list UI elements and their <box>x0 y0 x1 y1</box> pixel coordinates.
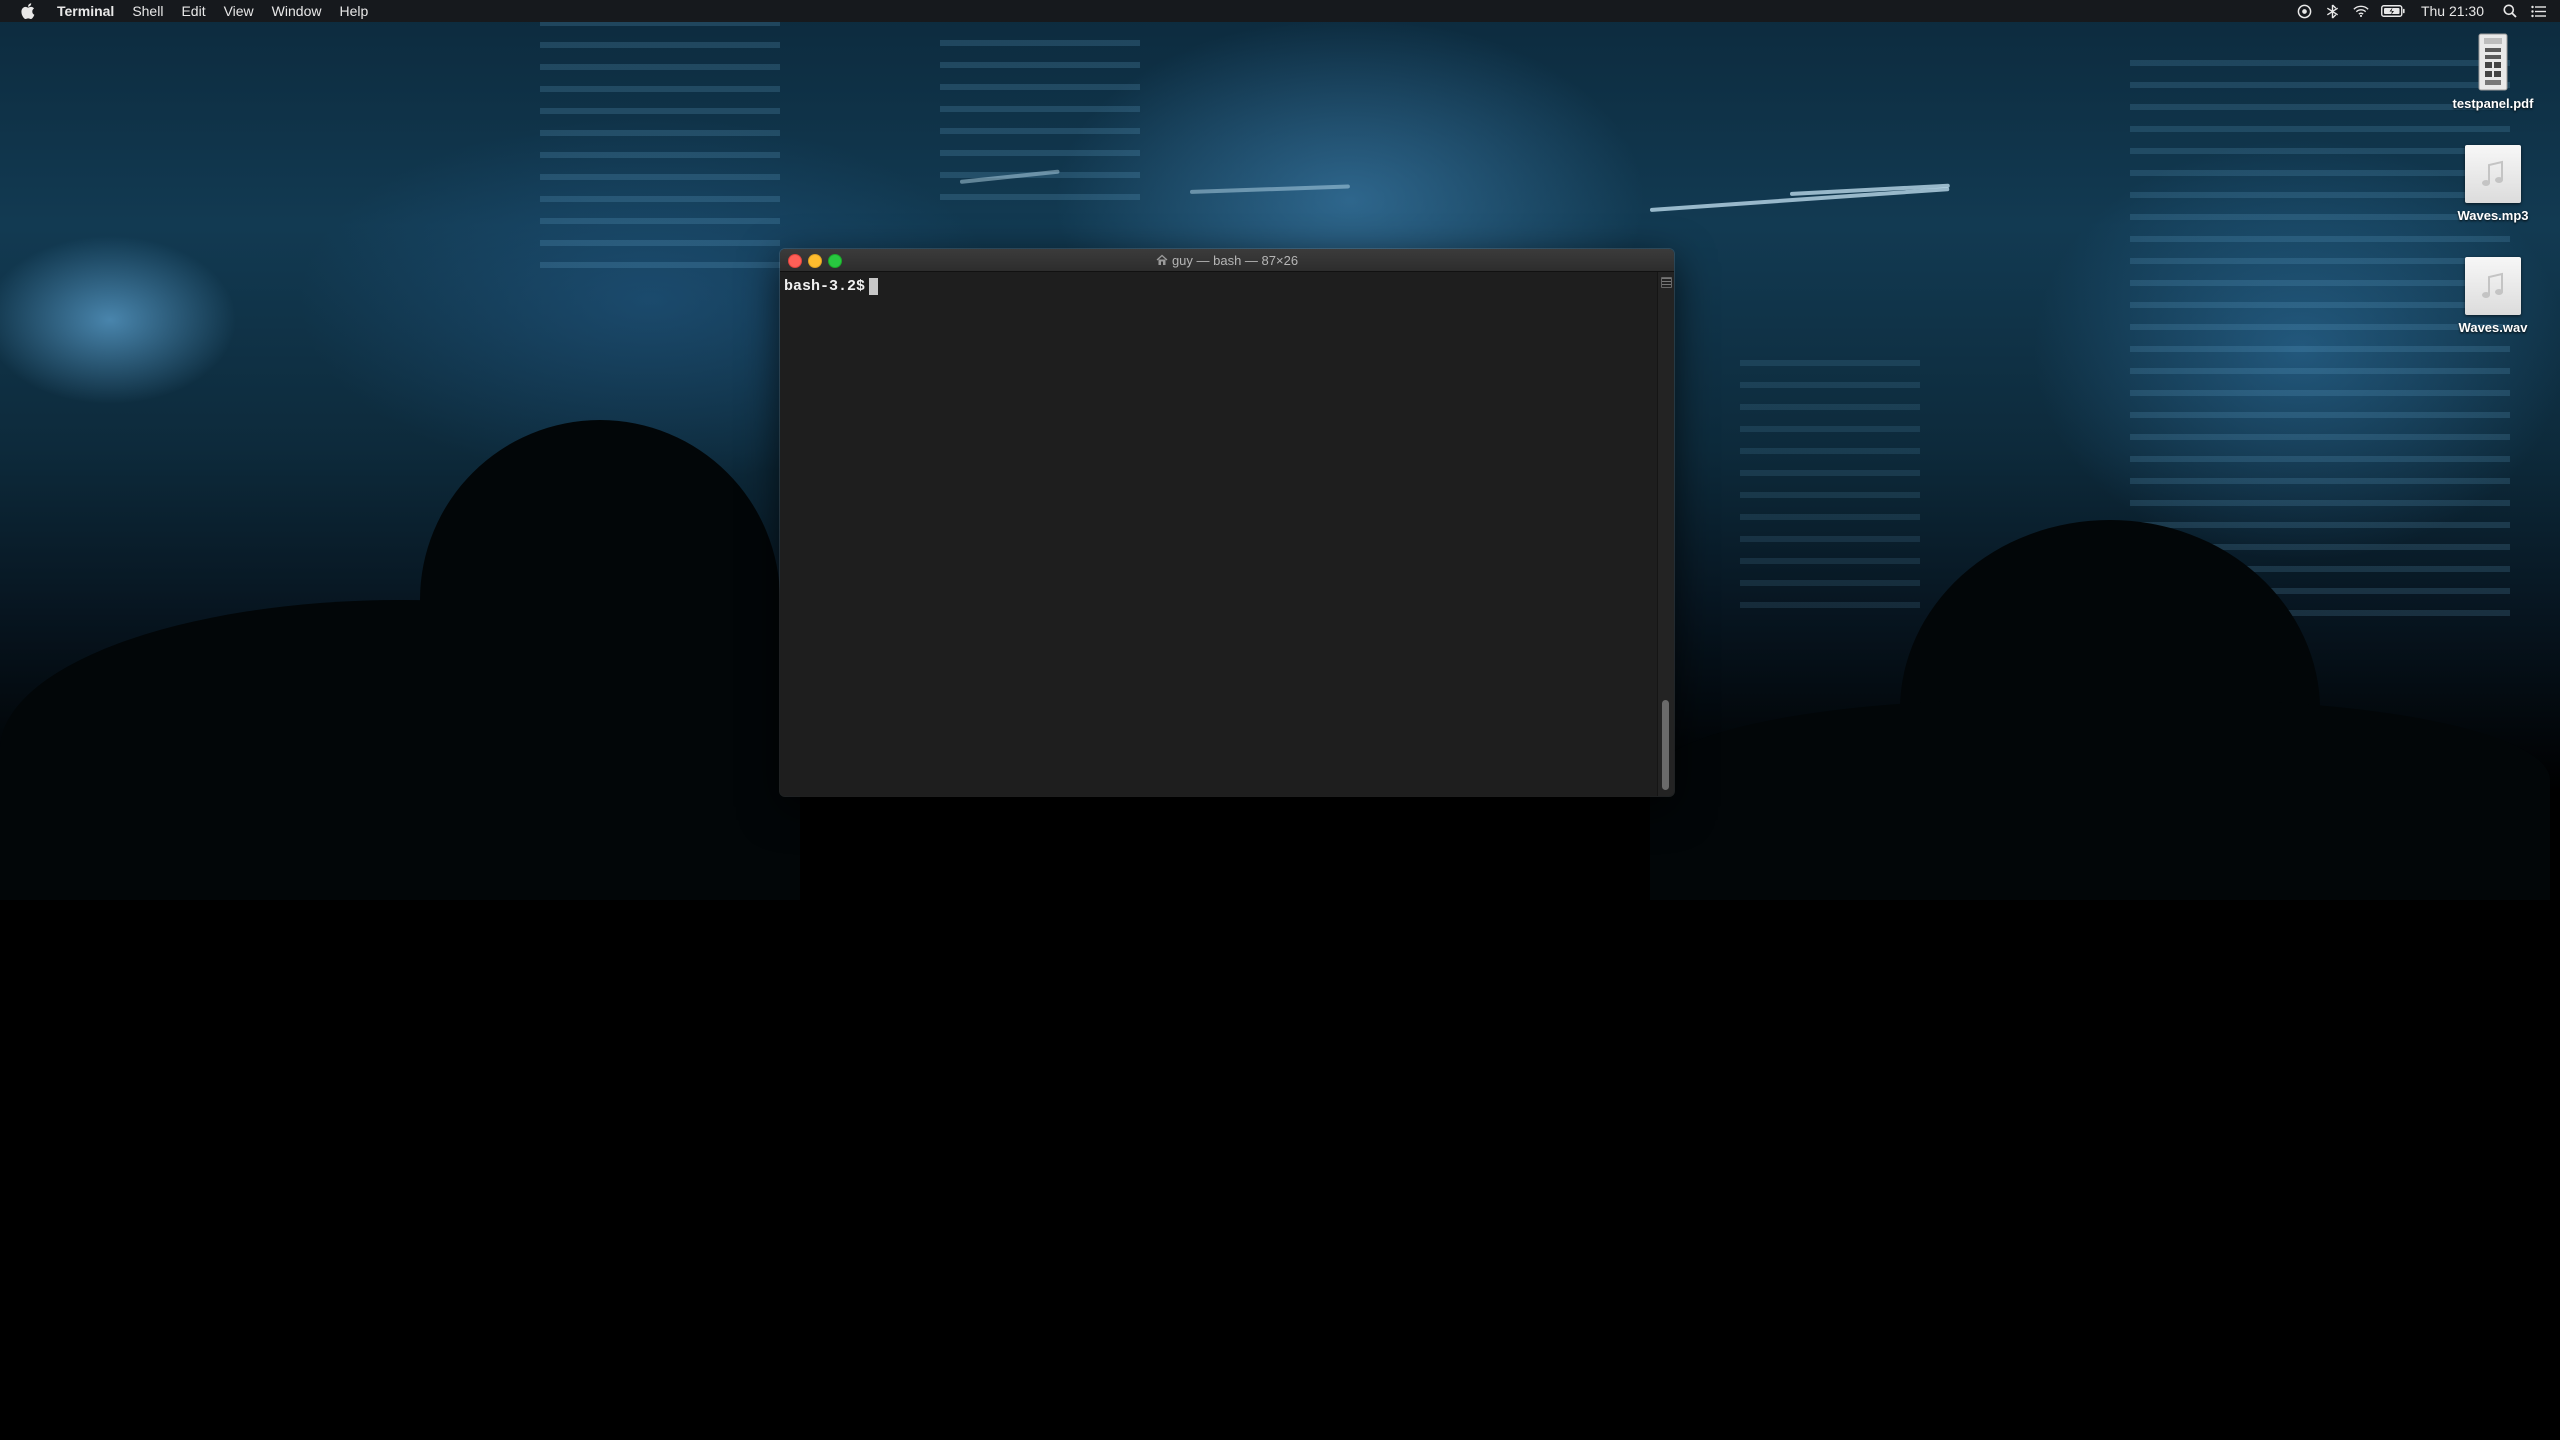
desktop-file-testpanel[interactable]: testpanel.pdf <box>2438 32 2548 111</box>
menu-window[interactable]: Window <box>263 0 331 22</box>
audio-file-thumbnail <box>2464 144 2522 204</box>
menu-shell[interactable]: Shell <box>123 0 172 22</box>
terminal-cursor <box>869 278 879 295</box>
menu-edit[interactable]: Edit <box>172 0 214 22</box>
scrollbar-thumb[interactable] <box>1662 700 1669 790</box>
terminal-window[interactable]: guy — bash — 87×26 bash-3.2$ <box>780 249 1674 796</box>
battery-icon[interactable] <box>2380 3 2405 19</box>
spotlight-search-icon[interactable] <box>2502 3 2518 19</box>
terminal-prompt: bash-3.2$ <box>784 278 866 295</box>
bluetooth-icon[interactable] <box>2325 3 2341 19</box>
window-title: guy — bash — 87×26 <box>780 249 1674 271</box>
wallpaper-silhouette <box>420 420 780 780</box>
menu-app-terminal[interactable]: Terminal <box>48 0 123 22</box>
wallpaper-light-beam <box>1189 184 1350 194</box>
desktop-file-label: testpanel.pdf <box>2452 96 2534 111</box>
menu-view[interactable]: View <box>215 0 263 22</box>
wallpaper-window-bars <box>1740 360 1920 620</box>
desktop-file-waves-wav[interactable]: Waves.wav <box>2438 256 2548 335</box>
audio-file-thumbnail <box>2464 256 2522 316</box>
wallpaper-window-bars <box>540 20 780 280</box>
menu-bar-status-area: Thu 21:30 <box>2291 0 2560 22</box>
notification-center-icon[interactable] <box>2530 3 2546 19</box>
terminal-scrollbar[interactable] <box>1657 272 1674 796</box>
apple-logo-icon[interactable] <box>20 0 36 22</box>
wallpaper-silhouette <box>1650 700 2550 900</box>
menu-bar-clock[interactable]: Thu 21:30 <box>2421 3 2484 19</box>
desktop-file-waves-mp3[interactable]: Waves.mp3 <box>2438 144 2548 223</box>
desktop-file-label: Waves.wav <box>2458 320 2528 335</box>
audio-file-icon <box>2465 257 2521 315</box>
menu-bar: Terminal Shell Edit View Window Help Thu… <box>0 0 2560 22</box>
wifi-icon[interactable] <box>2353 3 2369 19</box>
terminal-prompt-line: bash-3.2$ <box>784 278 879 295</box>
split-pane-handle-icon[interactable] <box>1661 277 1672 288</box>
terminal-content-area[interactable]: bash-3.2$ <box>780 272 1658 796</box>
audio-file-icon <box>2465 145 2521 203</box>
desktop-file-label: Waves.mp3 <box>2457 208 2529 223</box>
wallpaper-window-bars <box>940 40 1140 200</box>
pdf-document-icon <box>2464 32 2522 92</box>
vpn-icon[interactable] <box>2297 3 2313 19</box>
home-folder-icon <box>1156 254 1168 266</box>
terminal-title-bar[interactable]: guy — bash — 87×26 <box>780 249 1674 272</box>
menu-help[interactable]: Help <box>330 0 377 22</box>
window-title-text: guy — bash — 87×26 <box>1171 252 1299 268</box>
